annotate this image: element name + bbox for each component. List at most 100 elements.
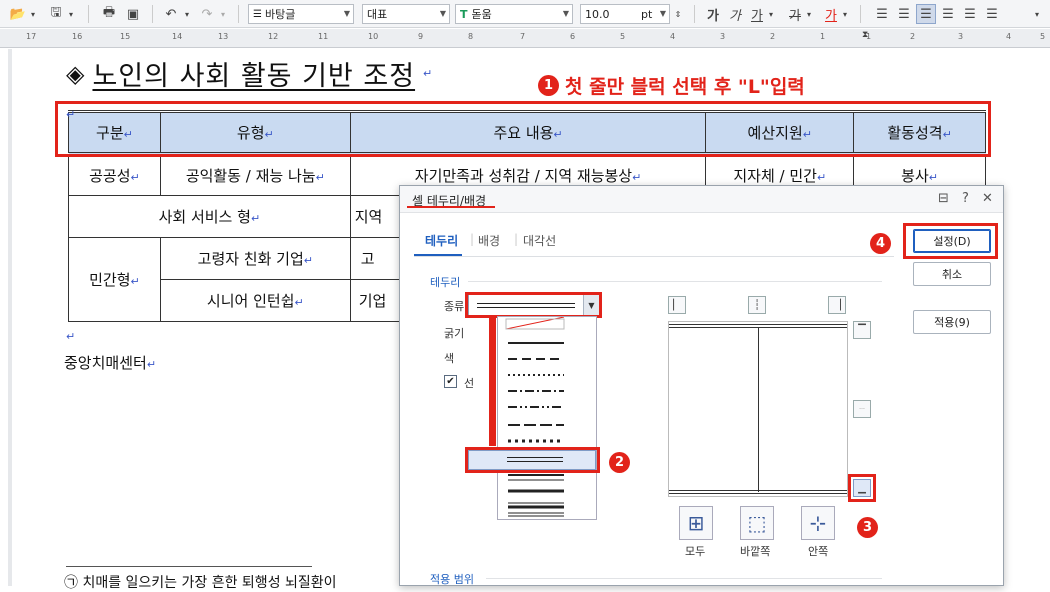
font-lang-combo[interactable]: 대표 ▼ bbox=[362, 4, 450, 24]
section-divider bbox=[486, 578, 882, 579]
ruler-number: 3 bbox=[958, 32, 964, 41]
cancel-button[interactable]: 취소 bbox=[913, 262, 991, 286]
paragraph-mark-icon: ↵ bbox=[66, 108, 76, 121]
align-justify-icon[interactable]: ☰ bbox=[872, 4, 892, 24]
font-value: 돋움 bbox=[471, 8, 492, 21]
ruler-number: 14 bbox=[172, 32, 183, 41]
apply-button[interactable]: 적용(9) bbox=[913, 310, 991, 334]
label-width: 굵기 bbox=[444, 327, 465, 340]
line-styles-svg bbox=[505, 316, 565, 517]
save-icon[interactable]: 🖫 bbox=[46, 4, 66, 24]
underline-button[interactable]: 가 bbox=[748, 4, 766, 24]
table-cell[interactable]: 공공성↵ bbox=[68, 153, 161, 196]
redo-icon[interactable]: ↷ bbox=[196, 4, 218, 24]
align-divide-icon[interactable]: ☰ bbox=[982, 4, 1002, 24]
toolbar-more-icon[interactable]: ▾ bbox=[1030, 4, 1044, 24]
line-type-list[interactable] bbox=[497, 316, 597, 520]
checkbox-label: 선 bbox=[464, 377, 475, 390]
chevron-down-icon: ▼ bbox=[562, 9, 569, 18]
ruler-number: 9 bbox=[418, 32, 424, 41]
dialog-options-icon[interactable]: ⊟ bbox=[938, 191, 949, 206]
italic-button[interactable]: 가 bbox=[726, 4, 744, 24]
align-left-icon[interactable]: ☰ bbox=[894, 4, 914, 24]
ruler-number: 1 bbox=[820, 32, 826, 41]
border-top-icon[interactable]: ▔ bbox=[853, 321, 871, 339]
style-combo[interactable]: ☰ 바탕글 ▼ bbox=[248, 4, 354, 24]
section-divider bbox=[468, 281, 882, 282]
ruler-number: 11 bbox=[318, 32, 329, 41]
align-distribute-icon[interactable]: ☰ bbox=[960, 4, 980, 24]
label-color: 색 bbox=[444, 352, 455, 365]
print-icon[interactable]: 🖶 bbox=[98, 4, 120, 24]
step1-badge: 1 bbox=[538, 75, 559, 96]
tab-border[interactable]: 테두리 bbox=[425, 232, 458, 249]
border-inner-vertical-icon[interactable]: ┆ bbox=[748, 296, 766, 314]
label-outer: 바깥쪽 bbox=[740, 545, 771, 558]
bold-button[interactable]: 가 bbox=[704, 4, 722, 24]
toolbar: 📂 ▾ 🖫 ▾ 🖶 ▣ ↶ ▾ ↷ ▾ ☰ 바탕글 ▼ 대표 ▼ T 돋움 ▼ … bbox=[0, 0, 1050, 28]
border-right-icon[interactable]: ▕ bbox=[828, 296, 846, 314]
font-color-dropdown-icon[interactable]: ▾ bbox=[840, 4, 850, 24]
table-cell[interactable]: 사회 서비스 형↵ bbox=[68, 195, 351, 238]
undo-dropdown-icon[interactable]: ▾ bbox=[182, 4, 192, 24]
title-mark: ◈ bbox=[66, 59, 85, 88]
font-color-button[interactable]: 가 bbox=[822, 4, 840, 24]
selection-pointer-line bbox=[489, 316, 496, 446]
border-outer-button[interactable]: ⬚ bbox=[740, 506, 774, 540]
font-size-combo[interactable]: 10.0 pt ▼ bbox=[580, 4, 670, 24]
align-center-icon[interactable]: ☰ bbox=[916, 4, 936, 24]
save-dropdown-icon[interactable]: ▾ bbox=[66, 4, 76, 24]
redo-dropdown-icon[interactable]: ▾ bbox=[218, 4, 228, 24]
highlight-selected-line bbox=[465, 447, 600, 473]
border-inner-horizontal-icon[interactable]: ┄ bbox=[853, 400, 871, 418]
open-folder-icon[interactable]: 📂 bbox=[8, 4, 28, 24]
open-dropdown-icon[interactable]: ▾ bbox=[28, 4, 38, 24]
highlight-type-combo bbox=[465, 292, 602, 318]
line-checkbox[interactable]: ✔ bbox=[444, 375, 457, 388]
close-icon[interactable]: ✕ bbox=[982, 191, 993, 206]
step1-text: 첫 줄만 블럭 선택 후 "L"입력 bbox=[565, 76, 805, 98]
title-underline-mark bbox=[407, 206, 495, 208]
tab-diagonal[interactable]: 대각선 bbox=[523, 232, 556, 249]
ruler-number: 2 bbox=[770, 32, 776, 41]
font-size-value: 10.0 bbox=[585, 7, 610, 21]
highlight-set-button bbox=[903, 223, 998, 259]
ruler-number: 5 bbox=[620, 32, 626, 41]
underline-dropdown-icon[interactable]: ▾ bbox=[766, 4, 776, 24]
active-tab-underline bbox=[414, 254, 462, 256]
preview-icon[interactable]: ▣ bbox=[122, 4, 144, 24]
indent-marker-icon[interactable]: ⧗ bbox=[862, 30, 868, 40]
table-cell[interactable]: 시니어 인턴쉽↵ bbox=[159, 279, 351, 322]
table-cell[interactable]: 민간형↵ bbox=[68, 237, 161, 322]
style-value: 바탕글 bbox=[264, 8, 296, 21]
table-cell[interactable]: 공익활동 / 재능 나눔↵ bbox=[159, 153, 351, 196]
help-icon[interactable]: ? bbox=[962, 191, 969, 206]
ruler-number: 2 bbox=[910, 32, 916, 41]
font-combo[interactable]: T 돋움 ▼ bbox=[455, 4, 573, 24]
doc-text-line[interactable]: 중앙치매센터↵ bbox=[64, 352, 156, 373]
step4-badge: 4 bbox=[870, 233, 891, 254]
strike-dropdown-icon[interactable]: ▾ bbox=[804, 4, 814, 24]
ruler[interactable]: 17 16 15 14 13 12 11 10 9 8 7 6 5 4 3 2 1 1 2 3 4 5 ⧗ bbox=[0, 29, 1050, 48]
font-lang-value: 대표 bbox=[367, 8, 388, 21]
border-preview[interactable] bbox=[668, 321, 848, 497]
ruler-number: 6 bbox=[570, 32, 576, 41]
font-type-icon: T bbox=[460, 7, 468, 21]
label-inner: 안쪽 bbox=[808, 545, 829, 558]
table-cell[interactable]: 고령자 친화 기업↵ bbox=[159, 237, 351, 280]
preview-inner-border bbox=[758, 328, 759, 492]
size-stepper-icon[interactable]: ⇕ bbox=[672, 4, 684, 24]
strike-button[interactable]: 가 bbox=[786, 4, 804, 24]
tab-background[interactable]: 배경 bbox=[478, 232, 500, 249]
document-title[interactable]: ◈ 노인의 사회 활동 기반 조정 ↵ bbox=[66, 54, 432, 93]
border-inner-button[interactable]: ⊹ bbox=[801, 506, 835, 540]
undo-icon[interactable]: ↶ bbox=[160, 4, 182, 24]
annotation-step1: 1 첫 줄만 블럭 선택 후 "L"입력 bbox=[538, 72, 805, 99]
doc-footer-text[interactable]: ㉠ 치매를 일으키는 가장 흔한 퇴행성 뇌질환이 bbox=[64, 572, 337, 592]
border-all-button[interactable]: ⊞ bbox=[679, 506, 713, 540]
dialog-titlebar[interactable]: 셀 테두리/배경 ⊟ ? ✕ bbox=[400, 186, 1003, 213]
label-all: 모두 bbox=[685, 545, 706, 558]
border-left-icon[interactable]: ▏ bbox=[668, 296, 686, 314]
align-right-icon[interactable]: ☰ bbox=[938, 4, 958, 24]
ruler-number: 17 bbox=[26, 32, 37, 41]
